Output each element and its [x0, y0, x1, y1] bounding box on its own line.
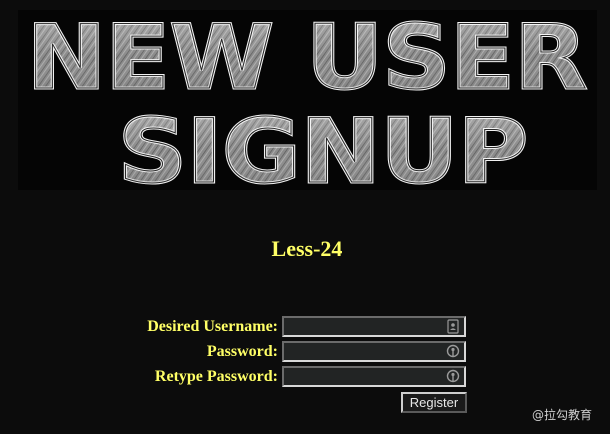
signup-page: NEW USER NEW USER SIGNUP SIGNUP Less-24 …: [0, 0, 610, 434]
banner-line2-shade: SIGNUP: [118, 100, 528, 190]
username-label: Desired Username:: [147, 318, 278, 335]
username-row: Desired Username:: [0, 316, 610, 338]
contact-card-icon: [447, 319, 459, 334]
retype-password-input[interactable]: [282, 366, 466, 387]
new-user-signup-banner: NEW USER NEW USER SIGNUP SIGNUP: [18, 10, 597, 190]
retype-password-row: Retype Password:: [0, 366, 610, 388]
banner-graphic: NEW USER NEW USER SIGNUP SIGNUP: [26, 10, 589, 190]
banner-line1-shade: NEW USER: [27, 10, 587, 109]
password-label: Password:: [206, 343, 278, 360]
watermark: @拉勾教育: [531, 408, 592, 422]
key-icon: [446, 369, 460, 383]
username-input[interactable]: [282, 316, 466, 337]
password-row: Password:: [0, 341, 610, 363]
retype-password-label: Retype Password:: [154, 368, 278, 385]
level-title: Less-24: [271, 236, 343, 261]
register-button[interactable]: Register: [401, 392, 467, 413]
key-icon: [446, 344, 460, 358]
password-input[interactable]: [282, 341, 466, 362]
